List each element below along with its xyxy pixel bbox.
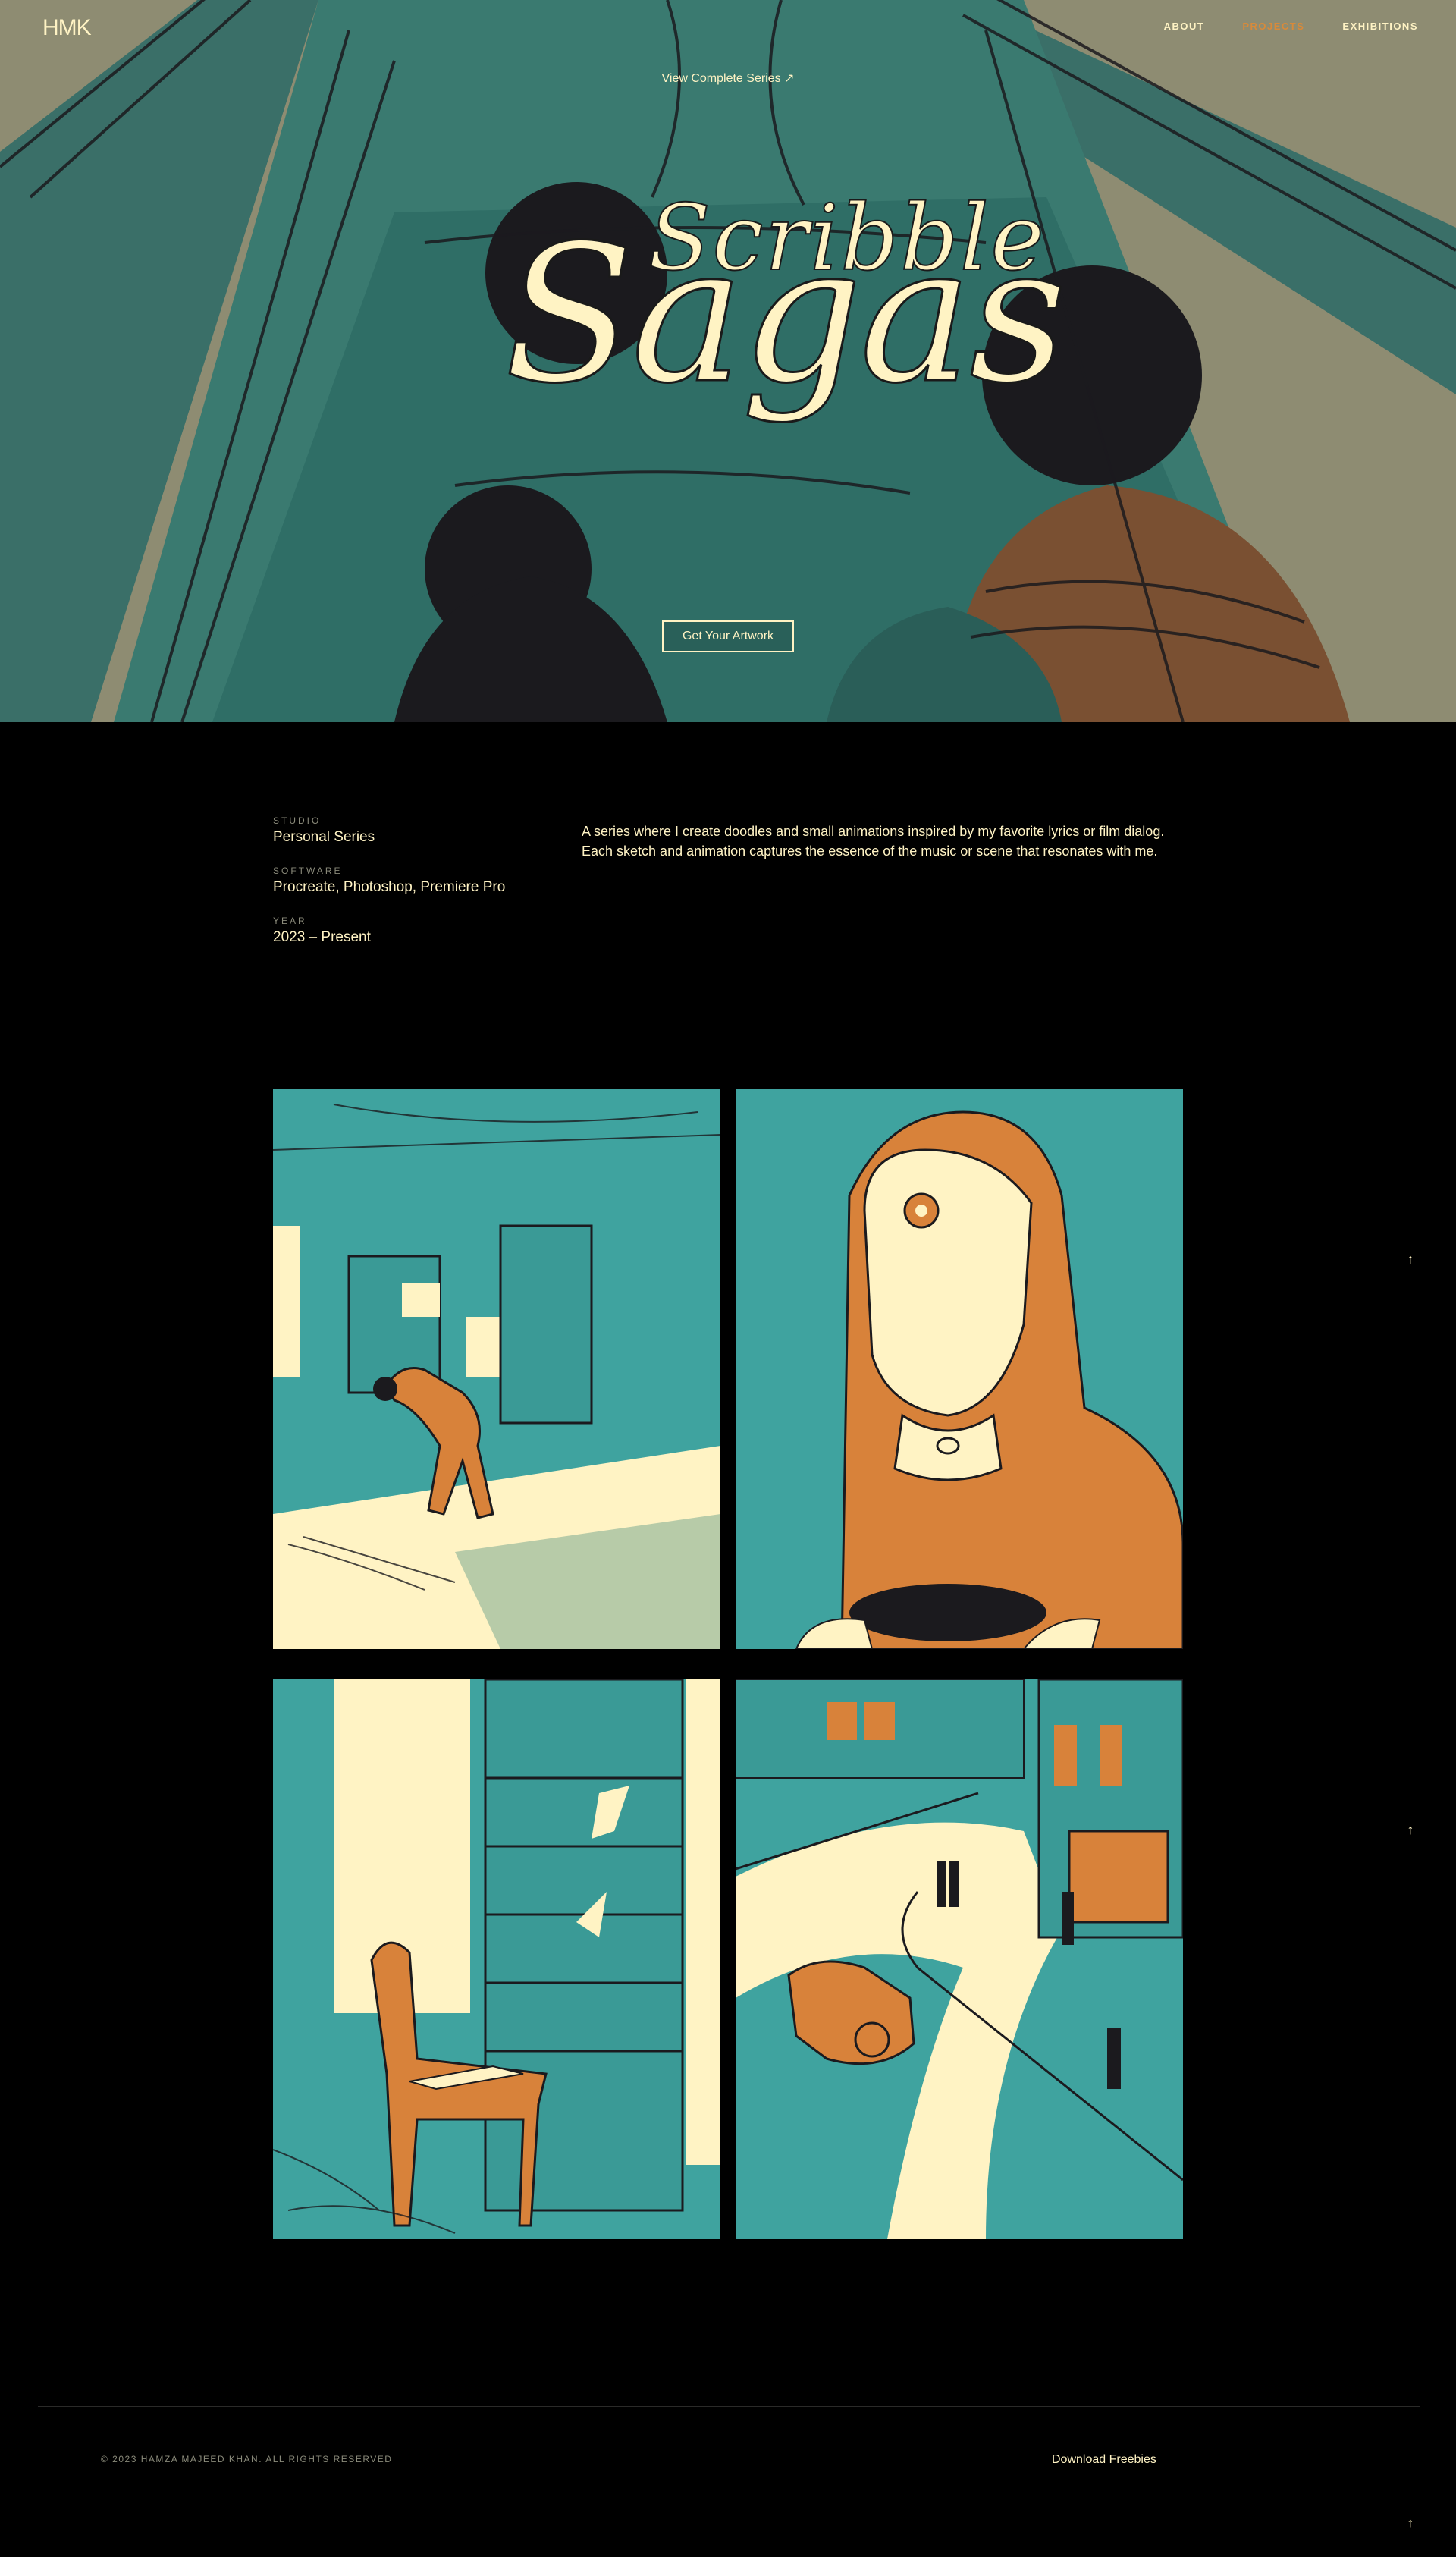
get-artwork-button[interactable]: Get Your Artwork [662,620,794,652]
site-logo[interactable]: HMK [42,15,92,41]
hero-section: HMK ABOUT PROJECTS EXHIBITIONS View Comp… [0,0,1456,722]
arrow-up-icon[interactable]: ↑ [1403,2515,1418,2530]
nav-link-exhibitions[interactable]: EXHIBITIONS [1342,20,1418,32]
nav-link-about[interactable]: ABOUT [1164,20,1205,32]
arrow-up-icon[interactable]: ↑ [1403,1822,1418,1837]
download-freebies-link[interactable]: Download Freebies [1052,2453,1156,2467]
view-series-row: View Complete Series ↗ [0,71,1456,86]
studio-value: Personal Series [273,829,375,845]
arrow-up-icon[interactable]: ↑ [1403,1252,1418,1267]
footer-divider [38,2406,1420,2407]
software-label: SOFTWARE [273,865,343,876]
nav-link-projects[interactable]: PROJECTS [1242,20,1304,32]
gallery-image-man-in-room[interactable] [273,1089,720,1649]
gallery-image-street-with-car[interactable] [736,1679,1183,2239]
project-meta: STUDIO Personal Series SOFTWARE Procreat… [273,815,546,966]
view-complete-series-link[interactable]: View Complete Series ↗ [662,72,795,85]
gallery-image-chair-by-bookshelf[interactable] [273,1679,720,2239]
gallery-image-woman-with-veil[interactable] [736,1089,1183,1649]
year-value: 2023 – Present [273,929,371,945]
software-value: Procreate, Photoshop, Premiere Pro [273,879,506,895]
top-nav: HMK ABOUT PROJECTS EXHIBITIONS [0,0,1456,53]
project-description: A series where I create doodles and smal… [582,824,1165,859]
hero-title-main: Sagas [504,204,1068,425]
footer-copyright: © 2023 HAMZA MAJEED KHAN. ALL RIGHTS RES… [101,2454,393,2464]
studio-label: STUDIO [273,815,322,826]
nav-links: ABOUT PROJECTS EXHIBITIONS [1164,20,1418,32]
year-label: YEAR [273,916,307,926]
